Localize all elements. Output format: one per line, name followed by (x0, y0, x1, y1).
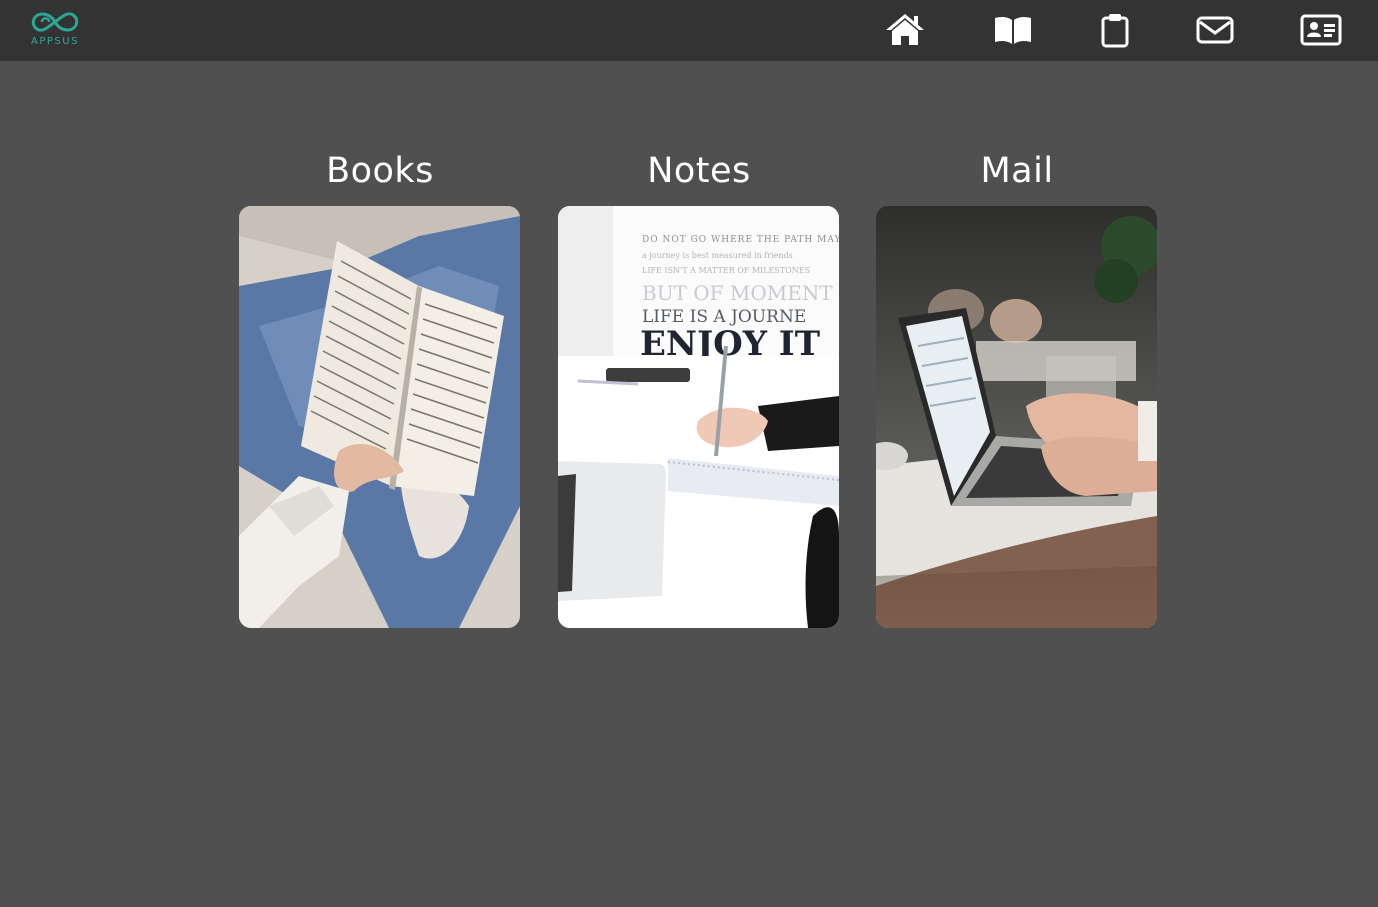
mail-app-card[interactable]: Mail (876, 145, 1158, 628)
books-title: Books (326, 151, 434, 191)
books-app-card[interactable]: Books (239, 145, 521, 628)
svg-text:LIFE ISN'T A MATTER OF MILESTO: LIFE ISN'T A MATTER OF MILESTONES (642, 266, 810, 275)
logo-text: APPSUS (31, 36, 79, 47)
appsus-logo[interactable]: APPSUS (24, 7, 86, 51)
hand-writing-on-notepad-photo[interactable]: DO NOT GO WHERE THE PATH MAY LE a journe… (558, 206, 839, 628)
nav-books-button[interactable] (992, 11, 1034, 49)
svg-text:a journey is best measured in: a journey is best measured in friends (642, 251, 793, 260)
id-card-icon (1300, 14, 1342, 46)
mail-title: Mail (980, 151, 1054, 191)
clipboard-icon (1101, 14, 1129, 48)
hands-typing-on-laptop-photo[interactable] (876, 206, 1157, 628)
person-reading-open-book-photo[interactable] (239, 206, 520, 628)
open-book-icon (995, 16, 1031, 44)
notes-title: Notes (647, 151, 751, 191)
notes-app-card[interactable]: Notes DO NOT GO WHERE THE PATH MAY LE a … (558, 145, 840, 628)
envelope-icon (1196, 16, 1234, 44)
top-navbar: APPSUS (0, 0, 1378, 61)
svg-text:DO NOT GO WHERE THE PATH MAY L: DO NOT GO WHERE THE PATH MAY LE (642, 235, 839, 245)
infinity-logo-icon (31, 12, 79, 32)
poster-text-line1: BUT OF MOMENT (642, 281, 833, 305)
nav-mail-button[interactable] (1194, 11, 1236, 49)
nav-notes-button[interactable] (1094, 11, 1136, 49)
nav-home-button[interactable] (884, 11, 926, 49)
home-icon (886, 14, 924, 45)
nav-contacts-button[interactable] (1300, 11, 1342, 49)
